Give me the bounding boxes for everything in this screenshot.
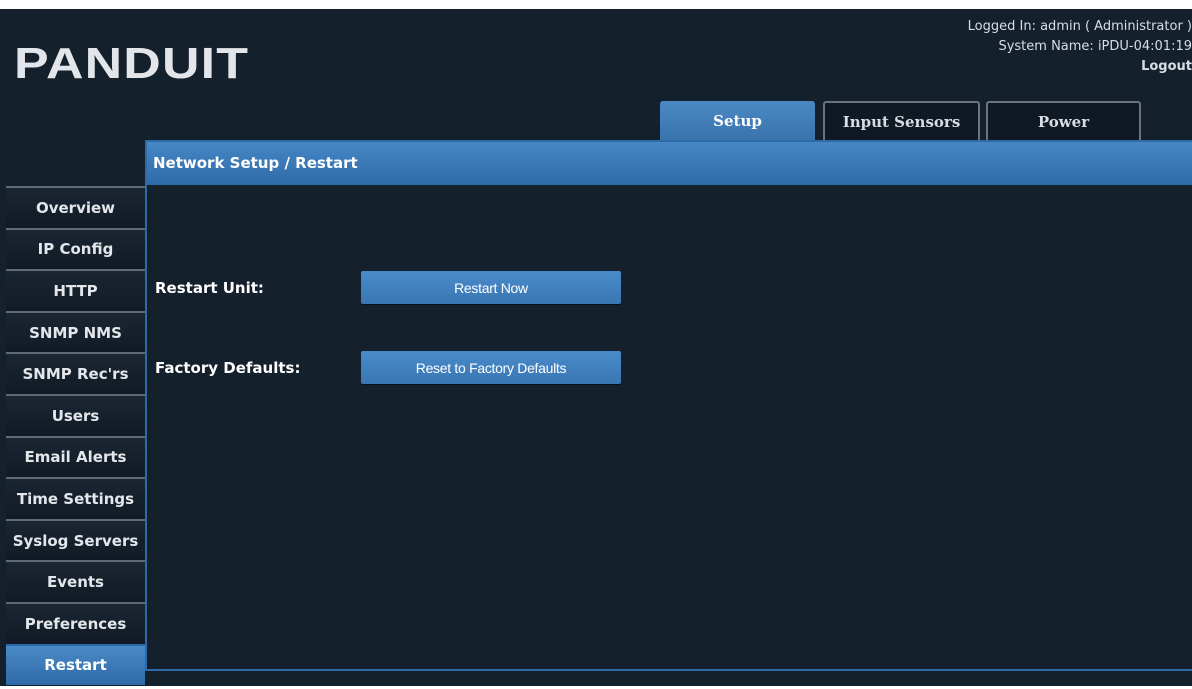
- sidebar-item-email-alerts[interactable]: Email Alerts: [6, 435, 145, 478]
- reset-factory-defaults-button[interactable]: Reset to Factory Defaults: [361, 351, 621, 384]
- tab-setup[interactable]: Setup: [660, 101, 815, 140]
- tab-input-sensors[interactable]: Input Sensors: [823, 101, 980, 140]
- sidebar-item-preferences[interactable]: Preferences: [6, 601, 145, 644]
- logged-in-text: Logged In: admin ( Administrator ): [967, 19, 1192, 34]
- restart-now-button[interactable]: Restart Now: [361, 271, 621, 304]
- main-panel: Network Setup / Restart Restart Unit: Re…: [145, 140, 1192, 671]
- sidebar-item-users[interactable]: Users: [6, 393, 145, 436]
- sidebar-item-time-settings[interactable]: Time Settings: [6, 477, 145, 519]
- restart-unit-label: Restart Unit:: [155, 279, 264, 297]
- system-name-text: System Name: iPDU-04:01:19: [998, 39, 1192, 54]
- panel-title: Network Setup / Restart: [147, 142, 1192, 185]
- factory-defaults-label: Factory Defaults:: [155, 359, 301, 377]
- sidebar-item-syslog-servers[interactable]: Syslog Servers: [6, 518, 145, 561]
- app-frame: PANDUIT Logged In: admin ( Administrator…: [0, 9, 1192, 686]
- tab-power[interactable]: Power: [986, 101, 1141, 140]
- sidebar-item-overview[interactable]: Overview: [6, 186, 145, 228]
- sidebar-item-restart[interactable]: Restart: [6, 643, 145, 686]
- sidebar: Overview IP Config HTTP SNMP NMS SNMP Re…: [6, 186, 145, 686]
- logout-link[interactable]: Logout: [968, 57, 1192, 77]
- sidebar-item-http[interactable]: HTTP: [6, 269, 145, 311]
- sidebar-item-snmp-receivers[interactable]: SNMP Rec'rs: [6, 352, 145, 394]
- sidebar-item-ip-config[interactable]: IP Config: [6, 227, 145, 270]
- panduit-logo: PANDUIT: [14, 39, 250, 88]
- sidebar-item-events[interactable]: Events: [6, 560, 145, 602]
- user-info: Logged In: admin ( Administrator ) Syste…: [968, 17, 1192, 77]
- sidebar-item-snmp-nms[interactable]: SNMP NMS: [6, 310, 145, 353]
